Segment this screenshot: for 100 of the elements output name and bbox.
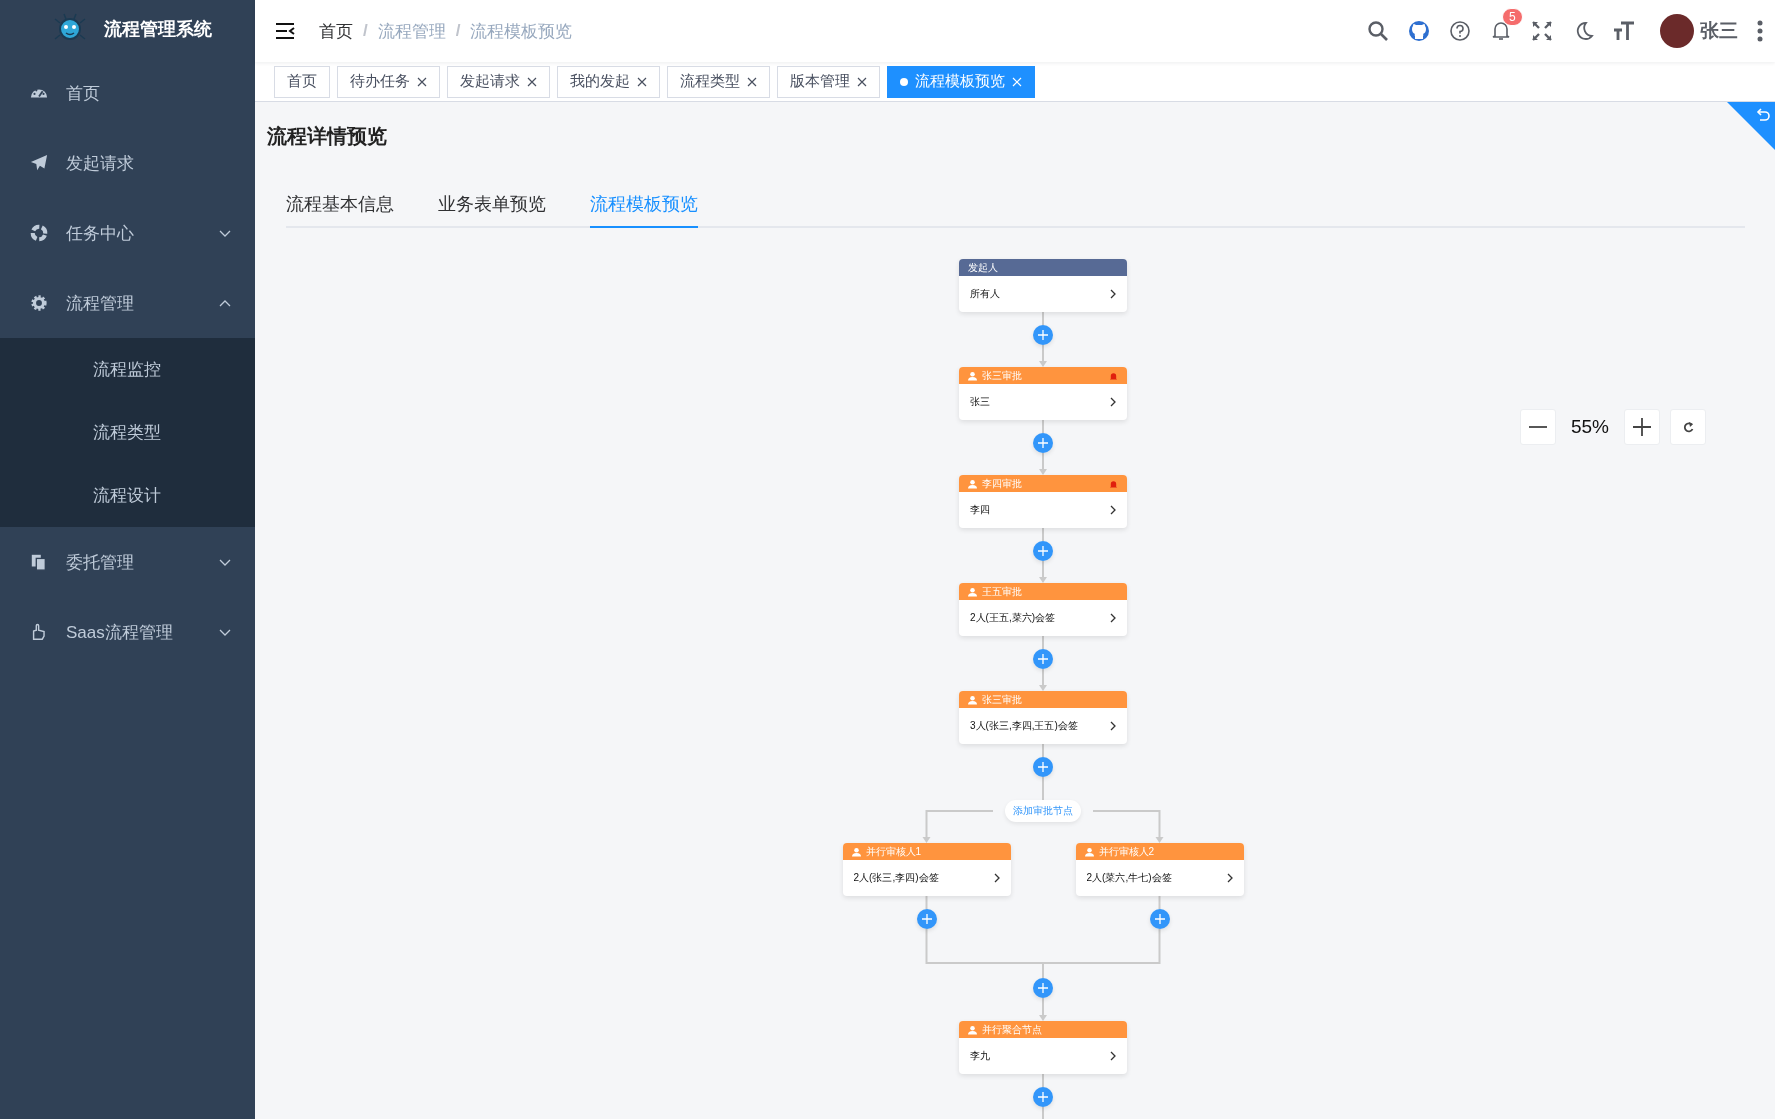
zoom-level: 55% xyxy=(1570,416,1610,438)
close-icon[interactable] xyxy=(747,76,757,87)
node-title: 王五审批 xyxy=(982,584,1023,599)
chevron-right-icon xyxy=(1110,397,1117,407)
close-icon[interactable] xyxy=(857,76,867,87)
tab[interactable]: 业务表单预览 xyxy=(438,181,546,228)
breadcrumb-item[interactable]: 首页 xyxy=(319,19,353,43)
connector-line xyxy=(1042,419,1044,434)
node-title: 张三审批 xyxy=(982,368,1023,383)
octocat-icon[interactable] xyxy=(1408,20,1430,42)
tag-tab[interactable]: 发起请求 xyxy=(447,65,550,98)
chevron-right-icon xyxy=(1110,505,1117,515)
flow-node-card[interactable]: 张三审批 3人(张三,李四,王五)会签 xyxy=(959,691,1127,744)
add-node-button[interactable] xyxy=(1149,909,1170,929)
paper-plane-icon xyxy=(30,154,48,172)
add-node-button[interactable] xyxy=(1033,649,1053,669)
sidebar-subitem[interactable]: 流程设计 xyxy=(0,464,255,527)
bell-icon[interactable] xyxy=(1490,20,1512,42)
connector-line xyxy=(1042,1106,1044,1119)
person-icon xyxy=(968,694,977,705)
plus-icon xyxy=(1038,546,1048,556)
sidebar-subitem[interactable]: 流程类型 xyxy=(0,401,255,464)
lifebuoy-icon xyxy=(30,224,48,242)
sidebar-item[interactable]: 首页 xyxy=(0,58,255,128)
node-assignee: 2人(王五,菜六)会签 xyxy=(970,611,1056,625)
flow-node-card[interactable]: 王五审批 2人(王五,菜六)会签 xyxy=(959,583,1127,636)
page-title: 流程详情预览 xyxy=(267,124,387,149)
add-node-button[interactable] xyxy=(1033,541,1053,561)
flow-node-card[interactable]: 并行审核人1 2人(张三,李四)会签 xyxy=(842,843,1011,896)
node-assignee: 张三 xyxy=(970,395,991,409)
add-node-button[interactable] xyxy=(1033,433,1053,453)
search-icon[interactable] xyxy=(1367,20,1389,42)
sidebar-item[interactable]: 流程管理 xyxy=(0,268,255,338)
chevron-right-icon xyxy=(1110,613,1117,623)
connector-line xyxy=(1042,776,1044,801)
branch-connector xyxy=(922,810,994,843)
close-icon[interactable] xyxy=(637,76,647,87)
tag-tab[interactable]: 我的发起 xyxy=(557,65,660,98)
plus-icon xyxy=(1038,654,1048,664)
tag-tab[interactable]: 待办任务 xyxy=(337,65,440,98)
documents-icon xyxy=(30,553,48,571)
close-icon[interactable] xyxy=(527,76,537,87)
plus-icon xyxy=(1154,914,1165,924)
add-node-button[interactable] xyxy=(916,909,937,929)
node-assignee: 3人(张三,李四,王五)会签 xyxy=(970,719,1079,733)
fullscreen-icon[interactable] xyxy=(1531,20,1553,42)
flow-node-card[interactable]: 并行审核人2 2人(菜六,牛七)会签 xyxy=(1075,843,1244,896)
tag-tab[interactable]: 首页 xyxy=(274,65,330,98)
zoom-in-button[interactable] xyxy=(1624,409,1660,445)
connector-line xyxy=(1042,527,1044,542)
node-assignee: 李九 xyxy=(970,1049,991,1063)
help-icon[interactable] xyxy=(1449,20,1471,42)
font-size-icon[interactable] xyxy=(1613,20,1635,42)
node-assignee: 2人(张三,李四)会签 xyxy=(853,871,940,885)
add-node-button[interactable] xyxy=(1033,325,1053,345)
more-vertical-icon[interactable] xyxy=(1757,20,1763,42)
sidebar-item[interactable]: Saas流程管理 xyxy=(0,597,255,667)
node-title: 并行聚合节点 xyxy=(982,1022,1043,1037)
tab[interactable]: 流程基本信息 xyxy=(286,181,394,228)
tag-tab[interactable]: 流程类型 xyxy=(667,65,770,98)
node-title: 发起人 xyxy=(968,260,999,275)
flow-node-card[interactable]: 张三审批 张三 xyxy=(959,367,1127,420)
connector-arrow xyxy=(1039,560,1047,583)
user-name[interactable]: 张三 xyxy=(1700,18,1738,44)
branch-connector xyxy=(1092,810,1164,843)
chevron-right-icon xyxy=(993,873,1001,883)
minus-icon xyxy=(1529,426,1547,428)
zoom-out-button[interactable] xyxy=(1520,409,1556,445)
sidebar-item[interactable]: 任务中心 xyxy=(0,198,255,268)
node-assignee: 2人(菜六,牛七)会签 xyxy=(1086,871,1173,885)
flow-node-card[interactable]: 并行聚合节点 李九 xyxy=(959,1021,1127,1074)
flow-node-card[interactable]: 发起人 所有人 xyxy=(959,259,1127,312)
avatar[interactable] xyxy=(1660,14,1694,48)
close-icon[interactable] xyxy=(417,76,427,87)
connector-line xyxy=(925,895,928,910)
reset-zoom-button[interactable] xyxy=(1670,409,1706,445)
menu-fold-icon[interactable] xyxy=(275,22,295,40)
plus-icon xyxy=(1038,330,1048,340)
chevron-right-icon xyxy=(1110,721,1117,731)
add-node-button[interactable] xyxy=(1033,978,1053,998)
node-title: 张三审批 xyxy=(982,692,1023,707)
notification-badge: 5 xyxy=(1502,8,1523,26)
hand-icon xyxy=(30,623,48,641)
gear-icon xyxy=(30,294,48,312)
add-node-button[interactable] xyxy=(1033,1087,1053,1107)
connector-line xyxy=(1158,895,1161,910)
plus-icon xyxy=(1038,1092,1048,1102)
connector-line xyxy=(1042,743,1044,758)
add-node-button[interactable] xyxy=(1033,757,1053,777)
breadcrumb-separator: / xyxy=(455,21,461,41)
node-title: 李四审批 xyxy=(982,476,1023,491)
sidebar-item[interactable]: 委托管理 xyxy=(0,527,255,597)
plus-icon xyxy=(1038,983,1048,993)
person-icon xyxy=(1084,846,1094,857)
tag-tab[interactable]: 版本管理 xyxy=(777,65,880,98)
connector-arrow xyxy=(1039,668,1047,691)
flow-node-card[interactable]: 李四审批 李四 xyxy=(959,475,1127,528)
sidebar-item[interactable]: 发起请求 xyxy=(0,128,255,198)
person-icon xyxy=(968,478,977,489)
sidebar-subitem[interactable]: 流程监控 xyxy=(0,338,255,401)
